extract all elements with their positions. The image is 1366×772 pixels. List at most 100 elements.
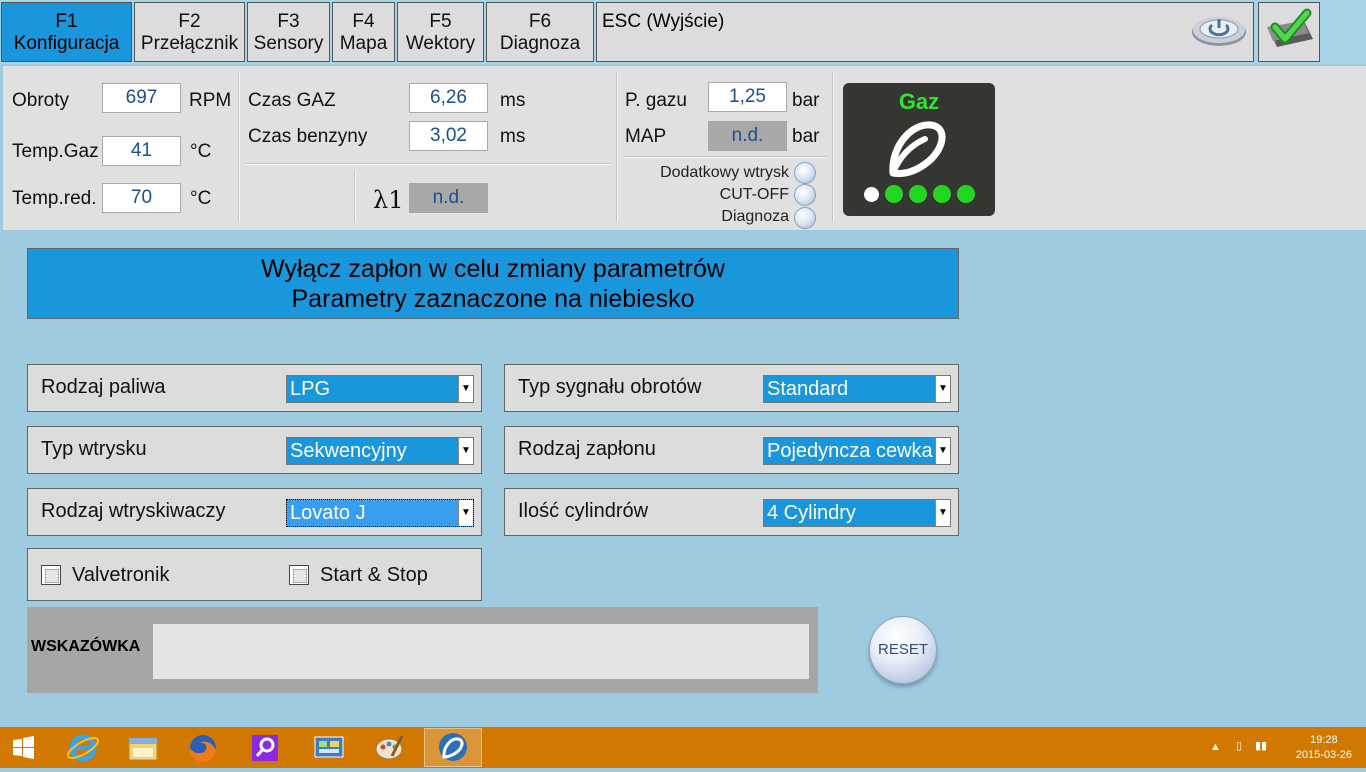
tab-key: F6 (528, 11, 552, 32)
czas-gaz-value: 6,26 (409, 83, 488, 113)
level-led (957, 185, 975, 203)
taskbar: ▲ ▯ ▮▮ 19:28 2015-03-26 (0, 727, 1366, 768)
p-gazu-unit: bar (792, 90, 820, 111)
select-value: Lovato J (290, 502, 366, 524)
chevron-down-icon[interactable]: ▼ (458, 376, 473, 402)
dodatkowy-wtrysk-label: Dodatkowy wtrysk (660, 164, 789, 181)
paint-icon[interactable] (362, 728, 416, 767)
ilosc-cylindrow-select[interactable]: 4 Cylindry ▼ (763, 499, 951, 527)
chevron-down-icon[interactable]: ▼ (935, 500, 950, 526)
typ-sygnalu-select[interactable]: Standard ▼ (763, 375, 951, 403)
diagnoza-led (794, 207, 816, 229)
tab-label: Konfiguracja (13, 33, 120, 54)
level-led (909, 185, 927, 203)
confirm-icon[interactable] (1258, 2, 1320, 62)
options-row: Valvetronik Start & Stop (27, 548, 482, 601)
diagnoza-label: Diagnoza (721, 208, 789, 225)
setting-label: Rodzaj zapłonu (518, 438, 656, 460)
message-line-1: Wyłącz zapłon w celu zmiany parametrów (261, 255, 725, 283)
obroty-label: Obroty (12, 90, 70, 111)
lpg-app-icon[interactable] (424, 728, 482, 767)
tab-przelacznik[interactable]: F2 Przełącznik (134, 2, 245, 62)
select-value: Pojedyncza cewka (767, 440, 933, 462)
rodzaj-paliwa-select[interactable]: LPG ▼ (286, 375, 474, 403)
esc-label: ESC (Wyjście) (602, 11, 725, 32)
divider (354, 171, 356, 222)
status-panel: Obroty 697 RPM Temp.Gaz 41 °C Temp.red. … (3, 66, 1366, 230)
setting-label: Ilość cylindrów (518, 500, 649, 522)
setting-label: Typ sygnału obrotów (518, 376, 702, 398)
select-value: Sekwencyjny (290, 440, 407, 462)
obroty-value: 697 (102, 83, 181, 113)
setting-label: Typ wtrysku (41, 438, 147, 460)
tray-chevron-icon[interactable]: ▲ (1210, 741, 1221, 753)
start-stop-checkbox[interactable] (289, 565, 309, 585)
tab-key: F1 (55, 11, 78, 32)
tab-bar: F1 Konfiguracja F2 Przełącznik F3 Sensor… (0, 0, 1366, 64)
tab-key: F5 (429, 11, 452, 32)
divider (623, 156, 827, 158)
p-gazu-label: P. gazu (625, 90, 687, 111)
cut-off-led (794, 184, 816, 206)
hint-field (153, 624, 809, 679)
temp-gaz-unit: °C (190, 141, 212, 162)
control-panel-icon[interactable] (302, 728, 356, 767)
tab-sensory[interactable]: F3 Sensory (247, 2, 330, 62)
gas-switch-icon (889, 121, 946, 177)
valvetronik-checkbox[interactable] (41, 565, 61, 585)
chevron-down-icon[interactable]: ▼ (458, 500, 473, 526)
obroty-unit: RPM (189, 90, 232, 111)
typ-wtrysku-select[interactable]: Sekwencyjny ▼ (286, 437, 474, 465)
divider (832, 72, 834, 222)
cut-off-label: CUT-OFF (719, 186, 789, 203)
tab-key: F2 (178, 11, 201, 32)
rodzaj-zaplonu-select[interactable]: Pojedyncza cewka ▼ (763, 437, 951, 465)
hint-panel: WSKAZÓWKA (27, 607, 818, 693)
chevron-down-icon[interactable]: ▼ (935, 376, 950, 402)
temp-red-value: 70 (102, 183, 181, 213)
level-led (864, 187, 879, 202)
file-explorer-icon[interactable] (116, 728, 170, 767)
tab-mapa[interactable]: F4 Mapa (332, 2, 395, 62)
setting-ilosc-cylindrow: Ilość cylindrów 4 Cylindry ▼ (504, 488, 959, 536)
czas-gaz-label: Czas GAZ (248, 90, 336, 111)
tab-key: F3 (277, 11, 300, 32)
select-value: Standard (767, 378, 849, 400)
czas-gaz-unit: ms (500, 90, 526, 111)
magnifier-icon[interactable] (238, 728, 292, 767)
setting-label: Rodzaj wtryskiwaczy (41, 500, 226, 522)
windows-logo-icon[interactable] (0, 728, 48, 767)
rodzaj-wtryskiwaczy-select[interactable]: Lovato J ▼ (286, 499, 474, 527)
tab-diagnoza[interactable]: F6 Diagnoza (486, 2, 594, 62)
level-led (933, 185, 951, 203)
hint-label: WSKAZÓWKA (31, 638, 141, 655)
setting-label: Rodzaj paliwa (41, 376, 166, 398)
signal-icon[interactable]: ▮▮ (1255, 739, 1267, 752)
esc-exit-button[interactable]: ESC (Wyjście) (596, 2, 1254, 62)
czas-benzyny-unit: ms (500, 126, 526, 147)
temp-red-unit: °C (190, 188, 212, 209)
map-unit: bar (792, 126, 820, 147)
tab-label: Diagnoza (499, 33, 581, 54)
battery-icon[interactable]: ▯ (1236, 739, 1242, 752)
internet-explorer-icon[interactable] (56, 728, 110, 767)
reset-button[interactable]: RESET (869, 616, 937, 684)
chevron-down-icon[interactable]: ▼ (935, 438, 950, 464)
lambda-label: λ1 (373, 186, 404, 214)
info-message: Wyłącz zapłon w celu zmiany parametrów P… (27, 248, 959, 319)
clock[interactable]: 19:28 2015-03-26 (1296, 733, 1352, 763)
setting-typ-wtrysku: Typ wtrysku Sekwencyjny ▼ (27, 426, 482, 474)
divider (238, 72, 240, 222)
fuel-switch-button[interactable]: Gaz (843, 83, 995, 216)
tab-konfiguracja[interactable]: F1 Konfiguracja (1, 2, 132, 62)
setting-rodzaj-paliwa: Rodzaj paliwa LPG ▼ (27, 364, 482, 412)
chevron-down-icon[interactable]: ▼ (458, 438, 473, 464)
fuel-mode-label: Gaz (898, 89, 940, 114)
firefox-icon[interactable] (176, 728, 230, 767)
tab-wektory[interactable]: F5 Wektory (397, 2, 484, 62)
tab-label: Sensory (253, 33, 324, 54)
map-label: MAP (625, 126, 667, 147)
clock-date: 2015-03-26 (1295, 749, 1352, 761)
setting-rodzaj-zaplonu: Rodzaj zapłonu Pojedyncza cewka ▼ (504, 426, 959, 474)
power-icon[interactable] (1190, 12, 1248, 48)
